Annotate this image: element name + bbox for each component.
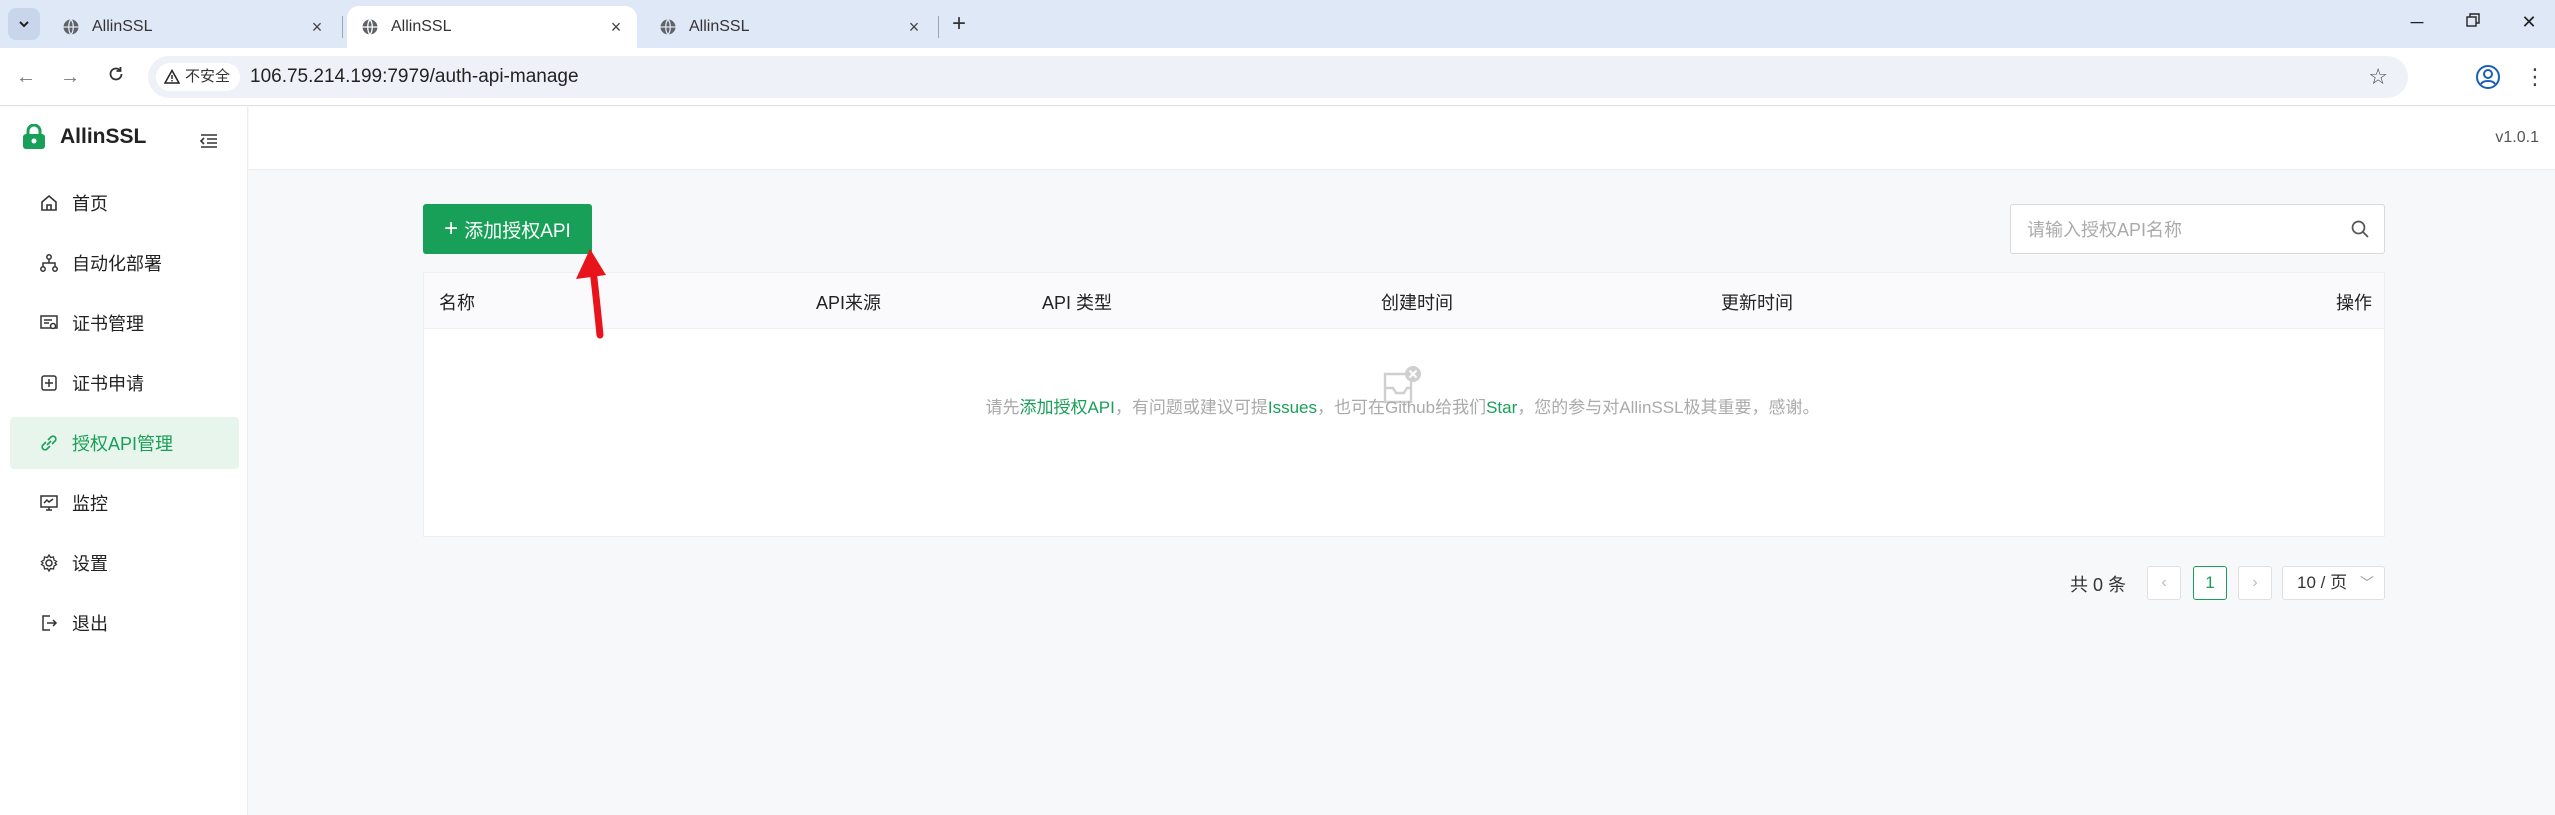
- page-size-select[interactable]: 10 / 页 ﹀: [2282, 566, 2385, 600]
- sidebar: AllinSSL 首页 自动化部署 证书管理 证书申请 授权API管理 监控 设…: [0, 107, 248, 815]
- chevron-down-icon: ﹀: [2360, 575, 2374, 591]
- sidebar-item-monitor[interactable]: 监控: [10, 477, 239, 529]
- sidebar-item-logout[interactable]: 退出: [10, 597, 239, 649]
- column-header-updated: 更新时间: [1721, 293, 1793, 313]
- reload-icon: [109, 67, 123, 81]
- browser-tab-3[interactable]: AllinSSL ×: [645, 6, 935, 48]
- chevron-down-icon: [19, 21, 29, 28]
- search-icon[interactable]: [2350, 219, 2370, 239]
- browser-menu-icon[interactable]: ⋮: [2524, 62, 2546, 92]
- minimize-button[interactable]: ─: [2404, 12, 2430, 36]
- tab-separator: [938, 16, 939, 38]
- table-header: 名称 API来源 API 类型 创建时间 更新时间 操作: [424, 273, 2384, 329]
- link-icon: [38, 432, 60, 454]
- logo-icon: [23, 124, 45, 149]
- sidebar-item-home[interactable]: 首页: [10, 177, 239, 229]
- home-icon: [38, 192, 60, 214]
- search-box: [2010, 204, 2385, 254]
- collapse-menu-icon[interactable]: [197, 129, 221, 153]
- sidebar-item-auth-api[interactable]: 授权API管理: [10, 417, 239, 469]
- gear-icon: [38, 552, 60, 574]
- address-bar: ← → 不安全 106.75.214.199:7979/auth-api-man…: [0, 48, 2555, 106]
- next-page-button[interactable]: ›: [2238, 566, 2272, 600]
- sidebar-item-label: 授权API管理: [72, 434, 174, 454]
- close-window-button[interactable]: ✕: [2516, 12, 2542, 36]
- tab-title: AllinSSL: [92, 18, 153, 35]
- add-auth-api-label: 添加授权API: [464, 220, 571, 242]
- globe-icon: [660, 19, 676, 35]
- empty-text-prefix: 请先: [985, 398, 1020, 417]
- sidebar-item-workflow[interactable]: 自动化部署: [10, 237, 239, 289]
- app-header: v1.0.1: [249, 107, 2555, 170]
- empty-text-middle1: ，有问题或建议可提: [1114, 398, 1268, 417]
- sidebar-item-settings[interactable]: 设置: [10, 537, 239, 589]
- security-label: 不安全: [185, 68, 231, 85]
- url-text[interactable]: 106.75.214.199:7979/auth-api-manage: [250, 66, 579, 88]
- sidebar-item-label: 退出: [72, 614, 108, 634]
- version-label: v1.0.1: [2495, 129, 2539, 146]
- sidebar-item-label: 自动化部署: [72, 254, 162, 274]
- workflow-icon: [38, 252, 60, 274]
- security-chip[interactable]: 不安全: [156, 63, 241, 91]
- search-input[interactable]: [2027, 217, 2327, 243]
- brand: AllinSSL: [22, 124, 146, 150]
- plus-square-icon: [38, 372, 60, 394]
- empty-text-middle2: ，也可在Github给我们: [1317, 398, 1487, 417]
- back-button[interactable]: ←: [14, 65, 38, 89]
- browser-tab-bar: AllinSSL × AllinSSL × AllinSSL × + ─ ✕: [0, 0, 2555, 48]
- profile-icon[interactable]: [2474, 63, 2502, 91]
- star-link[interactable]: Star: [1486, 398, 1517, 417]
- omnibox[interactable]: 不安全 106.75.214.199:7979/auth-api-manage …: [148, 56, 2408, 98]
- restore-icon: [2466, 13, 2480, 27]
- close-tab-icon[interactable]: ×: [308, 18, 326, 36]
- forward-button[interactable]: →: [58, 65, 82, 89]
- plus-icon: +: [444, 215, 459, 242]
- column-header-created: 创建时间: [1381, 293, 1453, 313]
- column-header-actions: 操作: [2336, 293, 2372, 313]
- column-header-name: 名称: [439, 293, 475, 313]
- column-header-type: API 类型: [1042, 293, 1113, 313]
- reload-button[interactable]: [104, 65, 128, 89]
- empty-state-message: 请先添加授权API，有问题或建议可提Issues，也可在Github给我们Sta…: [0, 393, 2555, 418]
- empty-state: [424, 329, 2384, 538]
- monitor-icon: [38, 492, 60, 514]
- page-size-value: 10 / 页: [2297, 573, 2348, 592]
- globe-icon: [362, 19, 378, 35]
- brand-name: AllinSSL: [60, 125, 147, 148]
- sidebar-item-label: 监控: [72, 494, 108, 514]
- new-tab-button[interactable]: +: [946, 12, 972, 38]
- globe-icon: [63, 19, 79, 35]
- close-tab-icon[interactable]: ×: [607, 18, 625, 36]
- browser-tab-1[interactable]: AllinSSL ×: [48, 6, 338, 48]
- page-button-current[interactable]: 1: [2193, 566, 2227, 600]
- browser-tab-2[interactable]: AllinSSL ×: [347, 6, 637, 48]
- column-header-source: API来源: [816, 293, 882, 313]
- issues-link[interactable]: Issues: [1268, 398, 1317, 417]
- empty-text-suffix: ，您的参与对AllinSSL极其重要，感谢。: [1517, 398, 1820, 417]
- certificate-icon: [38, 312, 60, 334]
- restore-button[interactable]: [2460, 12, 2486, 36]
- tab-search-button[interactable]: [8, 8, 40, 40]
- warning-icon: [164, 69, 180, 84]
- add-auth-api-link[interactable]: 添加授权API: [1019, 398, 1114, 417]
- sidebar-item-label: 证书管理: [72, 314, 144, 334]
- tab-separator: [342, 16, 343, 38]
- bookmark-star-icon[interactable]: ☆: [2368, 64, 2388, 90]
- sidebar-item-label: 首页: [72, 194, 108, 214]
- logout-icon: [38, 612, 60, 634]
- tab-title: AllinSSL: [391, 18, 452, 35]
- close-tab-icon[interactable]: ×: [905, 18, 923, 36]
- pagination-total: 共 0 条: [2070, 575, 2127, 595]
- tab-title: AllinSSL: [689, 18, 750, 35]
- sidebar-item-certificates[interactable]: 证书管理: [10, 297, 239, 349]
- annotation-arrow-icon: [576, 249, 606, 339]
- prev-page-button[interactable]: ‹: [2147, 566, 2181, 600]
- sidebar-item-label: 设置: [72, 554, 108, 574]
